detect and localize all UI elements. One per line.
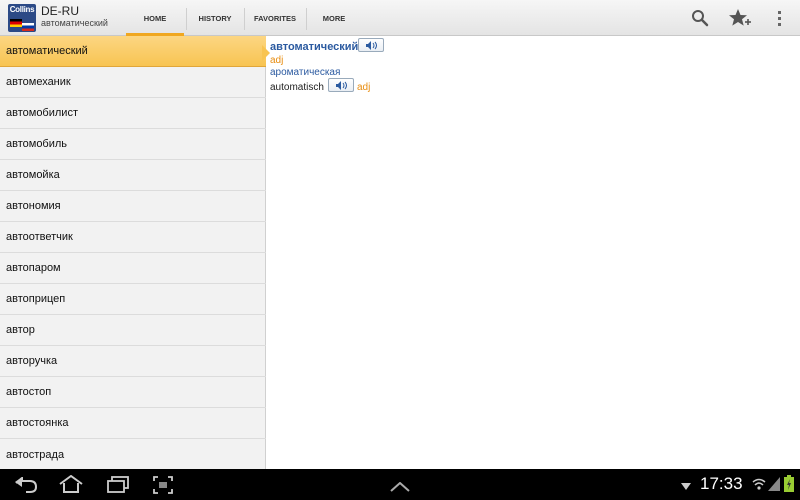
list-item[interactable]: автостоянка — [0, 408, 266, 439]
app-root: Collins DE-RU автоматический HOME HISTOR… — [0, 0, 800, 500]
current-word-subtitle: автоматический — [41, 18, 108, 28]
list-item[interactable]: автомеханик — [0, 67, 266, 98]
list-item-selected[interactable]: автоматический — [0, 36, 266, 67]
entry-translation[interactable]: automatisch — [270, 82, 324, 93]
tab-home[interactable]: HOME — [124, 0, 186, 36]
home-icon[interactable] — [58, 474, 84, 498]
search-icon[interactable] — [690, 8, 710, 28]
screenshot-icon[interactable] — [153, 476, 173, 499]
list-item[interactable]: автопаром — [0, 253, 266, 284]
list-item[interactable]: автомобилист — [0, 98, 266, 129]
list-item[interactable]: автострада — [0, 439, 266, 470]
tab-history[interactable]: HISTORY — [186, 0, 244, 36]
notification-icon[interactable] — [680, 479, 692, 497]
german-flag-icon — [10, 19, 22, 27]
chevron-up-icon[interactable] — [390, 479, 410, 497]
entry-alt-form: ароматическая — [270, 67, 341, 78]
translation-speaker-icon[interactable] — [328, 78, 354, 92]
back-icon[interactable] — [14, 475, 38, 498]
russian-flag-icon — [22, 23, 34, 31]
list-item[interactable]: автомобиль — [0, 129, 266, 160]
tab-bar: HOME HISTORY FAVORITES MORE — [124, 0, 362, 36]
recent-apps-icon[interactable] — [106, 476, 130, 499]
collins-logo[interactable]: Collins — [8, 4, 36, 32]
dictionary-title: DE-RU — [41, 4, 79, 18]
overflow-menu-icon[interactable] — [776, 8, 784, 28]
list-item[interactable]: автоприцеп — [0, 284, 266, 315]
action-bar: Collins DE-RU автоматический HOME HISTOR… — [0, 0, 800, 36]
translation-pos: adj — [357, 82, 371, 93]
logo-text: Collins — [9, 5, 35, 14]
list-item[interactable]: автор — [0, 315, 266, 346]
signal-icon — [768, 477, 780, 496]
headword-speaker-icon[interactable] — [358, 38, 384, 52]
tab-favorites[interactable]: FAVORITES — [244, 0, 306, 36]
word-list[interactable]: автоматический автомеханик автомобилист … — [0, 36, 266, 469]
list-item[interactable]: автомойка — [0, 160, 266, 191]
headword-pos: adj — [270, 55, 284, 66]
tab-more[interactable]: MORE — [306, 0, 362, 36]
status-clock: 17:33 — [700, 474, 743, 493]
list-item[interactable]: автостоп — [0, 377, 266, 408]
list-item[interactable]: автоответчик — [0, 222, 266, 253]
wifi-icon — [752, 477, 766, 496]
list-item[interactable]: авторучка — [0, 346, 266, 377]
selection-pointer — [262, 45, 270, 61]
system-bar: 17:33 — [0, 469, 800, 500]
entry-headword: автоматический — [270, 41, 359, 53]
battery-icon — [784, 475, 794, 497]
list-item[interactable]: автономия — [0, 191, 266, 222]
star-add-icon[interactable] — [729, 8, 751, 28]
